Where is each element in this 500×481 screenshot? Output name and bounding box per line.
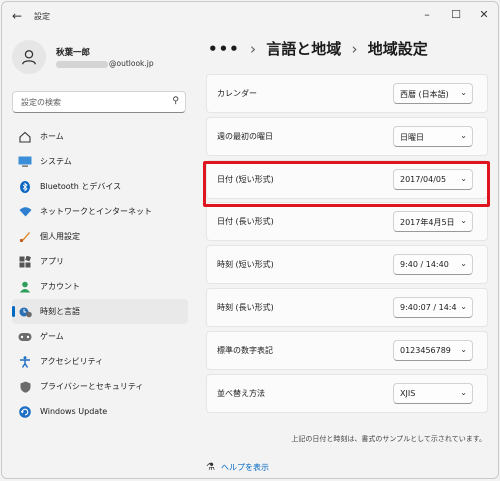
gaming-icon [18,331,32,343]
setting-label: 週の最初の曜日 [217,131,273,141]
sidebar-item-bluetooth[interactable]: Bluetooth とデバイス [12,174,188,199]
setting-label: 時刻 (短い形式) [217,260,274,270]
privacy-icon [18,381,32,393]
sample-note: 上記の日付と時刻は、書式のサンプルとして示されています。 [291,435,486,443]
chevron-down-icon: ⌄ [458,216,467,226]
user-name: 秋葉一郎 [56,48,91,58]
long-date-dropdown[interactable]: 2017年4月5日 ⌄ [393,211,473,233]
breadcrumb: ••• › 言語と地域 › 地域設定 [208,38,428,59]
sidebar-item-network[interactable]: ネットワークとインターネット [12,199,188,224]
chevron-down-icon: ⌄ [458,88,467,97]
setting-row-short-time: 時刻 (短い形式) 9:40 / 14:40 ⌄ [206,245,488,285]
long-time-dropdown[interactable]: 9:40:07 / 14:4 ⌄ [393,296,473,318]
search-input[interactable]: 設定の検索 ⚲ [12,91,186,113]
active-indicator [12,306,15,317]
setting-row-long-date: 日付 (長い形式) 2017年4月5日 ⌄ [206,202,488,242]
chevron-down-icon: ⌄ [458,301,467,311]
sidebar-item-time-language[interactable]: 時刻と言語 [12,299,188,324]
setting-row-short-date: 日付 (短い形式) 2017/04/05 ⌄ [206,159,488,199]
chevron-down-icon: ⌄ [458,344,467,354]
maximize-icon[interactable]: ☐ [449,8,463,21]
accessibility-icon [18,355,32,368]
home-icon [18,131,32,143]
sidebar-item-privacy[interactable]: プライバシーとセキュリティ [12,374,188,399]
bluetooth-icon [18,180,32,193]
back-arrow-icon[interactable]: ← [12,9,22,23]
dropdown-value: 9:40:07 / 14:4 [400,302,457,312]
settings-list: カレンダー 西暦 (日本語) ⌄ 週の最初の曜日 日曜日 ⌄ 日付 (短い形式)… [206,74,488,416]
search-icon: ⚲ [172,96,179,106]
dropdown-value: XJIS [400,388,416,398]
breadcrumb-parent[interactable]: 言語と地域 [266,40,341,58]
setting-label: 日付 (短い形式) [217,174,274,184]
title-bar: ← 設定 – ☐ ✕ [2,2,498,32]
digits-dropdown[interactable]: 0123456789 ⌄ [393,339,473,361]
dropdown-value: 2017年4月5日 [400,218,455,228]
setting-label: 標準の数字表記 [217,345,273,355]
chevron-down-icon: ⌄ [458,130,467,140]
user-icon [22,50,36,65]
apps-icon [18,255,32,268]
help-link[interactable]: ⚗ ヘルプを表示 [206,462,269,473]
chevron-down-icon: ⌄ [458,259,467,269]
chevron-down-icon: ⌄ [458,173,467,183]
breadcrumb-ellipsis[interactable]: ••• [208,40,240,58]
page-title: 地域設定 [367,40,428,58]
sidebar-nav: ホーム システム Bluetooth とデバイス ネットワークとインターネット … [12,124,188,424]
sidebar-item-windows-update[interactable]: Windows Update [12,399,188,424]
personalization-icon [18,231,32,243]
sort-method-dropdown[interactable]: XJIS ⌄ [393,382,473,404]
system-icon [18,156,32,168]
chevron-down-icon: ⌄ [458,387,467,397]
help-icon: ⚗ [206,462,215,473]
sidebar-item-system[interactable]: システム [12,149,188,174]
sidebar-item-apps[interactable]: アプリ [12,249,188,274]
network-icon [18,206,32,218]
setting-row-sort-method: 並べ替え方法 XJIS ⌄ [206,373,488,413]
setting-label: 日付 (長い形式) [217,217,274,227]
first-day-dropdown[interactable]: 日曜日 ⌄ [393,125,473,147]
setting-label: 並べ替え方法 [217,388,265,398]
time-language-icon [18,306,32,318]
sidebar-item-home[interactable]: ホーム [12,124,188,149]
search-placeholder: 設定の検索 [21,98,61,107]
settings-window: ← 設定 – ☐ ✕ 秋葉一郎 @outlook.jp 設定の検索 ⚲ ホーム … [1,1,499,479]
close-icon[interactable]: ✕ [477,8,491,21]
setting-label: 時刻 (長い形式) [217,302,274,312]
dropdown-value: 0123456789 [400,345,451,355]
dropdown-value: 2017/04/05 [400,174,447,184]
chevron-right-icon: › [250,40,256,58]
calendar-dropdown[interactable]: 西暦 (日本語) ⌄ [393,83,473,104]
user-email: @outlook.jp [56,59,154,68]
sidebar-item-gaming[interactable]: ゲーム [12,324,188,349]
dropdown-value: 9:40 / 14:40 [400,260,449,270]
help-label: ヘルプを表示 [220,463,269,472]
avatar[interactable] [12,40,46,74]
sidebar-item-personalization[interactable]: 個人用設定 [12,224,188,249]
minimize-icon[interactable]: – [420,8,434,21]
setting-row-long-time: 時刻 (長い形式) 9:40:07 / 14:4 ⌄ [206,287,488,327]
dropdown-value: 日曜日 [400,132,424,142]
sidebar-item-accounts[interactable]: アカウント [12,274,188,299]
setting-label: カレンダー [217,89,257,98]
sidebar-item-accessibility[interactable]: アクセシビリティ [12,349,188,374]
windows-update-icon [18,405,32,418]
short-time-dropdown[interactable]: 9:40 / 14:40 ⌄ [393,254,473,276]
setting-row-calendar: カレンダー 西暦 (日本語) ⌄ [206,74,488,113]
chevron-right-icon: › [351,40,358,58]
accounts-icon [18,281,32,293]
setting-row-first-day-of-week: 週の最初の曜日 日曜日 ⌄ [206,116,488,156]
app-title: 設定 [34,12,50,21]
dropdown-value: 西暦 (日本語) [400,90,449,99]
redacted-email-prefix [56,60,108,68]
short-date-dropdown[interactable]: 2017/04/05 ⌄ [393,168,473,190]
setting-row-digits: 標準の数字表記 0123456789 ⌄ [206,330,488,370]
